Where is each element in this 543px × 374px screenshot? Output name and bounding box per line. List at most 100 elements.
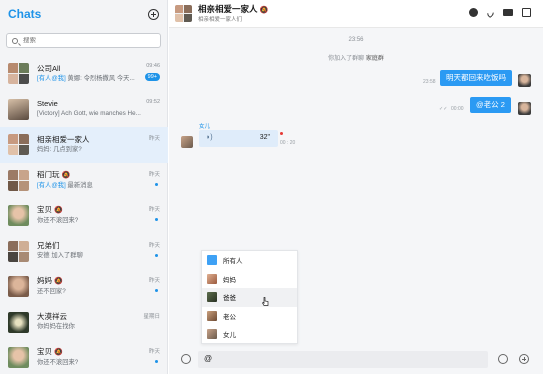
more-icon[interactable] [522, 8, 531, 17]
my-avatar [518, 102, 531, 115]
chat-panel: 相亲相爱一家人 🔕 相亲相爱一家人们 23:56 你加入了群聊 家庭群 23:5… [169, 0, 543, 374]
chat-time: 星期日 [143, 313, 160, 320]
avatar [8, 311, 29, 333]
plus-icon[interactable] [519, 354, 529, 364]
unplayed-dot [280, 132, 283, 135]
sidebar-title: Chats [8, 7, 42, 21]
emoji-icon[interactable] [498, 354, 508, 364]
microphone-icon[interactable] [181, 354, 191, 364]
mention-option-hovered[interactable]: 爸爸 [202, 288, 297, 307]
mute-icon: 🔕 [61, 171, 71, 179]
message-input-text: @ [204, 354, 213, 363]
video-icon[interactable] [503, 9, 513, 16]
chat-list-item[interactable]: 妈妈 🔕 还不回家? 昨天 [0, 269, 168, 305]
outgoing-message[interactable]: 明天都回来吃饭吗 [440, 70, 512, 86]
mention-option[interactable]: 老公 [202, 307, 297, 326]
chat-list-item[interactable]: 稻门玩 🔕 [有人@我] 最新消息 昨天 [0, 163, 168, 199]
unread-dot [155, 182, 158, 186]
mention-option-all[interactable]: 所有人 [202, 251, 297, 270]
chat-list-item[interactable]: 公司All [有人@我] 黄娜: 令烈杨撒风 今天... 09:46 99+ [0, 56, 168, 92]
mention-label: 爸爸 [223, 295, 236, 303]
chat-header: 相亲相爱一家人 🔕 相亲相爱一家人们 [169, 0, 543, 28]
my-avatar [518, 74, 531, 87]
add-chat-icon[interactable] [148, 8, 159, 20]
mention-option[interactable]: 妈妈 [202, 270, 297, 289]
unread-dot [155, 253, 158, 257]
mention-label: 女儿 [223, 332, 236, 340]
chat-list-item[interactable]: 大漠祥云 你妈妈在找你 星期日 [0, 305, 168, 341]
mute-icon: 🔕 [54, 207, 63, 215]
message-time: 00 : 20 [280, 140, 296, 146]
avatar [8, 347, 29, 369]
chat-preview: 你还不滚回来? [37, 217, 79, 225]
preview-text: 最新消息 [67, 181, 93, 189]
avatar [8, 98, 29, 120]
avatar [8, 63, 29, 85]
search-input[interactable] [23, 37, 143, 44]
chat-list-sidebar: Chats 公司All [有人@我] 黄娜: 令烈杨撒风 今天... 09:46… [0, 0, 168, 374]
chat-list-item[interactable]: 宝贝 🔕 你还不滚回来? 昨天 [0, 340, 168, 374]
phone-icon[interactable] [485, 7, 496, 18]
chat-list-item[interactable]: 兄弟们 安德 加入了群聊 昨天 [0, 234, 168, 270]
chat-preview: [有人@我] 最新消息 [37, 181, 155, 191]
unread-dot [155, 218, 158, 221]
outgoing-message[interactable]: @老公 2 [470, 97, 511, 113]
unread-badge: 99+ [144, 73, 160, 81]
avatar [8, 276, 29, 298]
system-message: 你加入了群聊 家庭群 [328, 56, 384, 62]
avatar [8, 169, 29, 191]
chat-name: 相亲相爱一家人 [37, 134, 90, 144]
chat-subtitle: 相亲相爱一家人们 [198, 16, 243, 23]
chat-list-item-active[interactable]: 相亲相爱一家人 妈妈: 几点到家? 昨天 [0, 127, 168, 163]
chat-preview: 安德 加入了群聊 [37, 252, 83, 260]
group-info-icon[interactable] [469, 8, 478, 17]
group-avatar[interactable] [175, 5, 192, 22]
chat-list: 公司All [有人@我] 黄娜: 令烈杨撒风 今天... 09:46 99+ S… [0, 56, 168, 374]
avatar [207, 273, 217, 284]
chat-name: 宝贝 🔕 [37, 205, 63, 215]
mute-icon: 🔕 [259, 6, 269, 14]
message-input-bar: @ [169, 348, 543, 374]
mention-option[interactable]: 女儿 [202, 325, 297, 344]
mention-label: 所有人 [223, 258, 243, 266]
search-icon [12, 37, 18, 44]
chat-time: 昨天 [148, 136, 160, 142]
chat-time: 昨天 [148, 242, 160, 249]
chat-title: 相亲相爱一家人 🔕 [198, 3, 269, 14]
chat-time: 昨天 [148, 349, 160, 355]
message-input[interactable]: @ [198, 351, 488, 368]
unread-dot [155, 289, 158, 292]
avatar [207, 310, 217, 321]
mute-icon: 🔕 [54, 278, 63, 286]
sender-avatar [181, 136, 193, 148]
chat-list-item[interactable]: Stevie [Victory] Ach Gott, wie manches H… [0, 92, 168, 128]
chat-time: 昨天 [148, 207, 160, 213]
chat-name: 公司All [37, 63, 61, 73]
chat-time: 昨天 [148, 278, 160, 284]
avatar [207, 292, 217, 303]
chat-preview: 你还不滚回来? [37, 359, 79, 367]
avatar [8, 240, 29, 262]
search-box[interactable] [6, 33, 161, 48]
avatar [8, 205, 29, 227]
message-time: 23:58 [423, 79, 436, 85]
mute-icon: 🔕 [54, 349, 63, 357]
avatar [207, 329, 217, 340]
chat-name: 宝贝 🔕 [37, 347, 63, 357]
mention-tag: [有人@我] [37, 74, 66, 82]
chat-name: Stevie [37, 99, 58, 109]
chat-preview: 还不回家? [37, 288, 66, 296]
group-link[interactable]: 家庭群 [366, 56, 384, 62]
mention-popup: 所有人 妈妈 爸爸 老公 女儿 [201, 250, 298, 344]
voice-message[interactable]: ◗) 32" [199, 130, 278, 147]
hand-cursor-icon [262, 297, 269, 306]
chat-time: 昨天 [148, 171, 160, 178]
mention-label: 妈妈 [223, 276, 236, 284]
voice-duration: 32" [259, 134, 270, 141]
chat-preview: 你妈妈在找你 [37, 323, 75, 331]
preview-text: 黄娜: 令烈杨撒风 今天... [67, 74, 135, 82]
chat-list-item[interactable]: 宝贝 🔕 你还不滚回来? 昨天 [0, 198, 168, 234]
message-time: 00:00 [451, 106, 464, 112]
chat-name: 妈妈 🔕 [37, 276, 63, 286]
chat-preview: 妈妈: 几点到家? [37, 145, 82, 153]
